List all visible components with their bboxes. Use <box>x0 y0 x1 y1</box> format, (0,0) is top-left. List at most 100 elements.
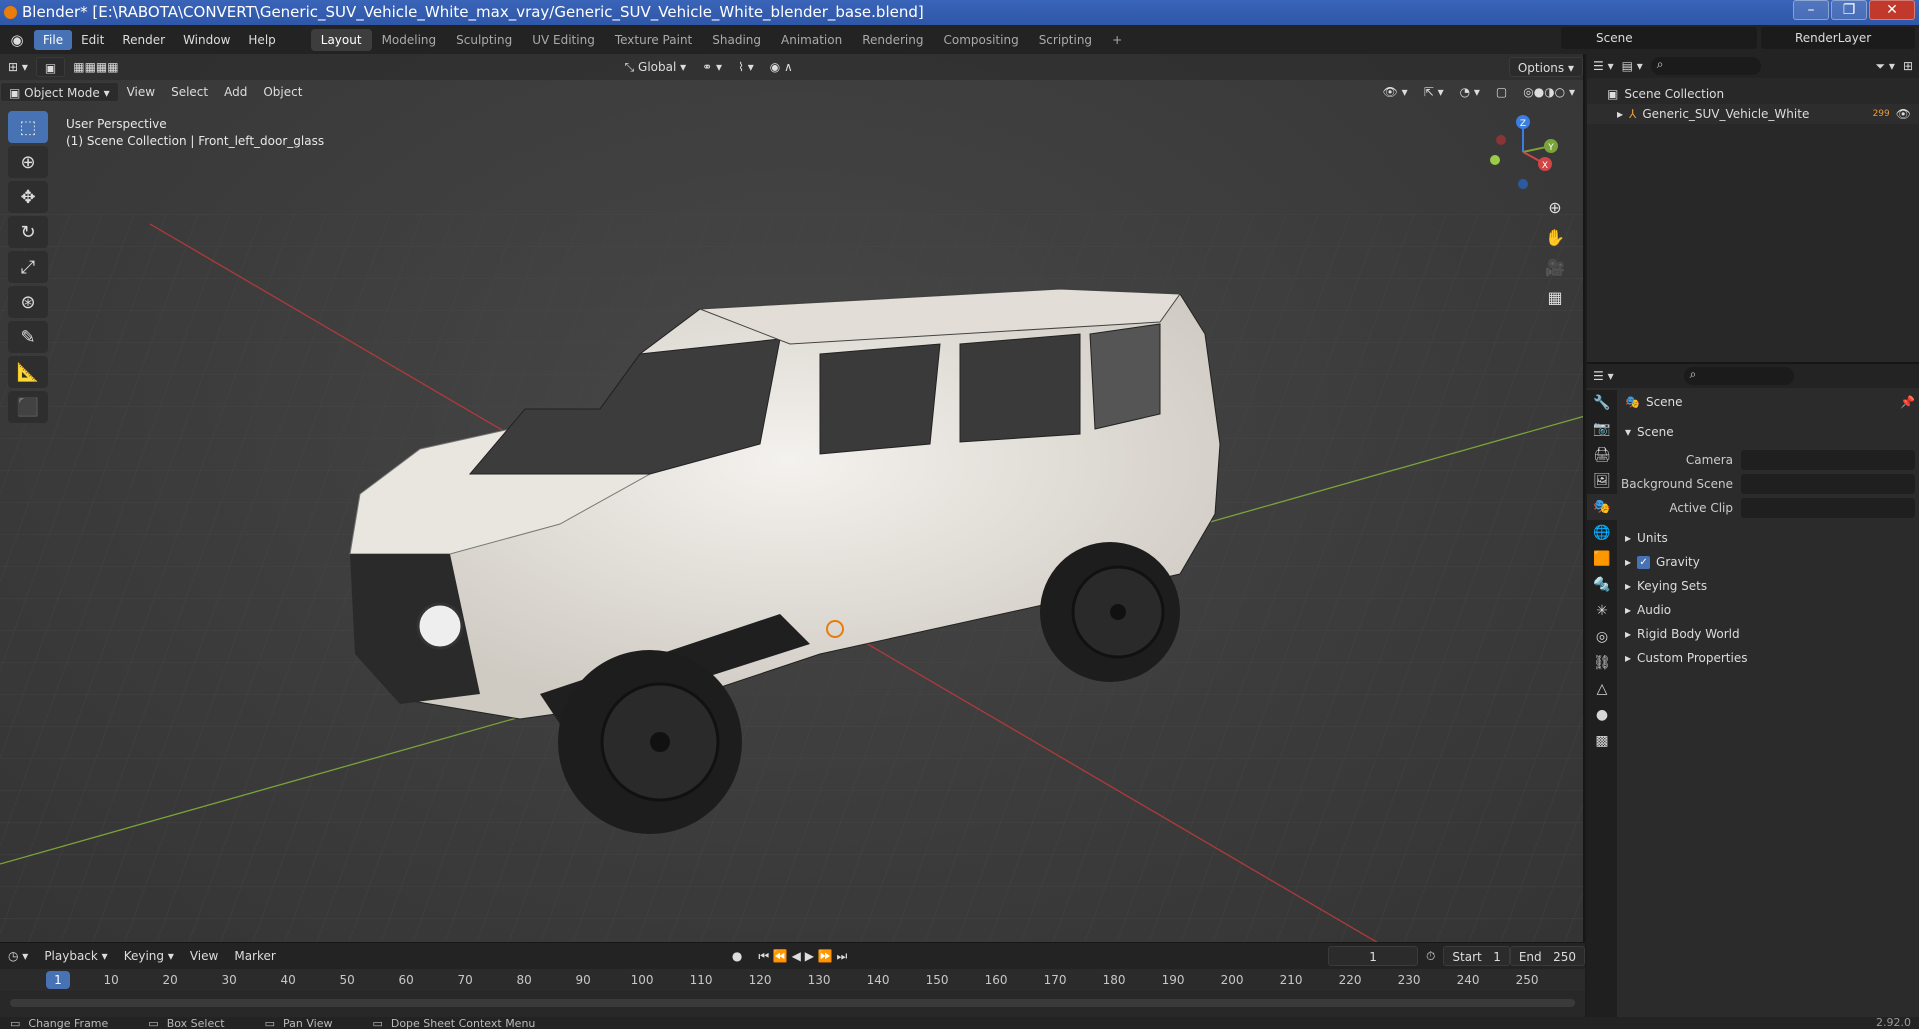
expand-arrow-icon[interactable]: ▸ <box>1617 107 1623 121</box>
tab-sculpting[interactable]: Sculpting <box>446 29 522 51</box>
move-tool-icon[interactable]: ✥ <box>8 181 48 213</box>
gravity-panel[interactable]: ▸ ✓ Gravity <box>1621 550 1915 574</box>
stopwatch-icon[interactable]: ⏱ <box>1418 946 1443 966</box>
menu-file[interactable]: File <box>34 29 73 50</box>
timeline-scrollbar[interactable] <box>10 999 1575 1007</box>
xray-icon[interactable]: ▢ <box>1488 82 1515 102</box>
rotate-tool-icon[interactable]: ↻ <box>8 216 48 248</box>
tab-shading[interactable]: Shading <box>702 29 771 51</box>
3d-viewport[interactable]: ⊞ ▾ ▣ ▦▦▦▦ ⤡ Global ▾ ⚭ ▾ ⌇ ▾ ◉ ∧ Option… <box>0 54 1585 942</box>
blender-menu-icon[interactable]: ◉ <box>0 31 34 49</box>
object-tab-icon[interactable]: 🟧 <box>1587 546 1617 572</box>
menu-timeline-view[interactable]: View <box>182 946 226 966</box>
cursor-tool-icon[interactable]: ⊕ <box>8 146 48 178</box>
tab-rendering[interactable]: Rendering <box>852 29 933 51</box>
scene-selector[interactable]: Scene <box>1561 27 1757 49</box>
menu-edit[interactable]: Edit <box>72 30 113 50</box>
menu-select[interactable]: Select <box>163 82 216 102</box>
menu-view[interactable]: View <box>119 82 163 102</box>
ortho-grid-icon[interactable]: ▦ <box>1539 284 1571 312</box>
renderlayer-selector[interactable]: RenderLayer <box>1761 27 1915 49</box>
editor-type-icon[interactable]: ⊞ ▾ <box>0 57 36 77</box>
proportional-edit-icon[interactable]: ◉ ∧ <box>762 57 801 77</box>
minimize-button[interactable]: – <box>1793 0 1829 20</box>
render-tab-icon[interactable]: 📷 <box>1587 416 1617 442</box>
start-frame-field[interactable]: Start 1 <box>1443 946 1510 966</box>
timeline-editor[interactable]: ◷ ▾ Playback ▾ Keying ▾ View Marker ● ⏮ … <box>0 942 1585 1017</box>
tab-uv-editing[interactable]: UV Editing <box>522 29 605 51</box>
outliner-panel[interactable]: ☰ ▾ ▤ ▾ ⌕ ⏷ ▾ ⊞ ▣ Scene Collection ▸ ⅄ G… <box>1587 54 1919 362</box>
filter-icon[interactable]: ⏷ ▾ <box>1875 59 1894 74</box>
object-mode-selector[interactable]: ▣ Object Mode ▾ <box>0 82 119 102</box>
texture-tab-icon[interactable]: ▩ <box>1587 728 1617 754</box>
overlay-toggle-icon[interactable]: ◔ ▾ <box>1452 82 1488 102</box>
current-frame-field[interactable]: 1 <box>1328 946 1419 966</box>
navigation-gizmo[interactable]: Z Y X <box>1483 112 1563 192</box>
scene-tab-icon[interactable]: 🎭 <box>1587 494 1617 520</box>
material-tab-icon[interactable]: ● <box>1587 702 1617 728</box>
modifier-tab-icon[interactable]: 🔩 <box>1587 572 1617 598</box>
measure-tool-icon[interactable]: 📐 <box>8 356 48 388</box>
active-clip-field[interactable] <box>1741 498 1915 518</box>
tab-compositing[interactable]: Compositing <box>933 29 1028 51</box>
tab-texture-paint[interactable]: Texture Paint <box>605 29 702 51</box>
options-button[interactable]: Options ▾ <box>1508 57 1583 77</box>
timeline-editor-type-icon[interactable]: ◷ ▾ <box>0 946 36 966</box>
outliner-row-scene-collection[interactable]: ▣ Scene Collection <box>1587 84 1919 104</box>
snap-icon[interactable]: ⌇ ▾ <box>730 57 762 77</box>
output-tab-icon[interactable]: 🖨 <box>1587 442 1617 468</box>
tab-animation[interactable]: Animation <box>771 29 852 51</box>
pin-icon[interactable]: 📌 <box>1900 395 1915 409</box>
audio-panel[interactable]: ▸ Audio <box>1621 598 1915 622</box>
outliner-search-input[interactable]: ⌕ <box>1650 57 1761 75</box>
menu-marker[interactable]: Marker <box>226 946 283 966</box>
properties-panel[interactable]: ☰ ▾ ⌕ 🔧 📷 🖨 🖼 🎭 🌐 🟧 🔩 ✳ ◎ ⛓ △ ● ▩ 🎭 Scene… <box>1587 362 1919 1017</box>
constraints-tab-icon[interactable]: ⛓ <box>1587 650 1617 676</box>
selection-mode-icons[interactable]: ▦▦▦▦ <box>65 57 126 77</box>
shading-modes-icon[interactable]: ◎●◑○ ▾ <box>1515 82 1583 102</box>
background-scene-field[interactable] <box>1741 474 1915 494</box>
camera-view-icon[interactable]: 🎥 <box>1539 254 1571 282</box>
select-tool-icon[interactable]: ▣ <box>35 57 66 77</box>
physics-tab-icon[interactable]: ◎ <box>1587 624 1617 650</box>
menu-window[interactable]: Window <box>174 30 239 50</box>
add-cube-tool-icon[interactable]: ⬛ <box>8 391 48 423</box>
record-icon[interactable]: ● <box>724 946 750 966</box>
menu-object[interactable]: Object <box>255 82 310 102</box>
current-frame-marker[interactable]: 1 <box>46 971 70 989</box>
timeline-ruler[interactable]: 1 10 20 30 40 50 60 70 80 90 100 110 120 130 140 150 160… <box>0 969 1585 991</box>
gizmo-neg-z-icon[interactable] <box>1518 179 1528 189</box>
tab-scripting[interactable]: Scripting <box>1029 29 1102 51</box>
data-tab-icon[interactable]: △ <box>1587 676 1617 702</box>
view-layer-tab-icon[interactable]: 🖼 <box>1587 468 1617 494</box>
tab-modeling[interactable]: Modeling <box>372 29 447 51</box>
gizmo-neg-y-icon[interactable] <box>1490 155 1500 165</box>
end-frame-field[interactable]: End 250 <box>1509 946 1585 966</box>
pan-hand-icon[interactable]: ✋ <box>1539 224 1571 252</box>
playback-controls-icon[interactable]: ⏮ ⏪ ◀ ▶ ⏩ ⏭ <box>750 946 855 966</box>
gravity-checkbox[interactable]: ✓ <box>1637 555 1651 569</box>
eye-icon[interactable]: 👁 <box>1896 107 1911 121</box>
pivot-icon[interactable]: ⚭ ▾ <box>694 57 730 77</box>
custom-properties-panel[interactable]: ▸ Custom Properties <box>1621 646 1915 670</box>
menu-add[interactable]: Add <box>216 82 255 102</box>
keying-sets-panel[interactable]: ▸ Keying Sets <box>1621 574 1915 598</box>
gizmo-neg-x-icon[interactable] <box>1496 135 1506 145</box>
maximize-button[interactable]: ❐ <box>1831 0 1867 20</box>
visibility-icon[interactable]: 👁 ▾ <box>1375 82 1416 102</box>
transform-tool-icon[interactable]: ⊛ <box>8 286 48 318</box>
close-button[interactable]: ✕ <box>1869 0 1915 20</box>
tab-layout[interactable]: Layout <box>310 28 372 51</box>
gizmo-toggle-icon[interactable]: ⇱ ▾ <box>1416 82 1452 102</box>
menu-playback[interactable]: Playback ▾ <box>36 946 115 966</box>
camera-field[interactable] <box>1741 450 1915 470</box>
menu-render[interactable]: Render <box>113 30 174 50</box>
add-workspace-icon[interactable]: + <box>1102 29 1132 51</box>
new-collection-icon[interactable]: ⊞ <box>1903 59 1913 73</box>
units-panel[interactable]: ▸ Units <box>1621 526 1915 550</box>
properties-search-input[interactable]: ⌕ <box>1683 367 1794 385</box>
scene-panel-header[interactable]: ▾ Scene <box>1621 420 1915 444</box>
scale-tool-icon[interactable]: ⤢ <box>8 251 48 283</box>
zoom-icon[interactable]: ⊕ <box>1539 194 1571 222</box>
properties-editor-type-icon[interactable]: ☰ ▾ <box>1593 369 1614 383</box>
